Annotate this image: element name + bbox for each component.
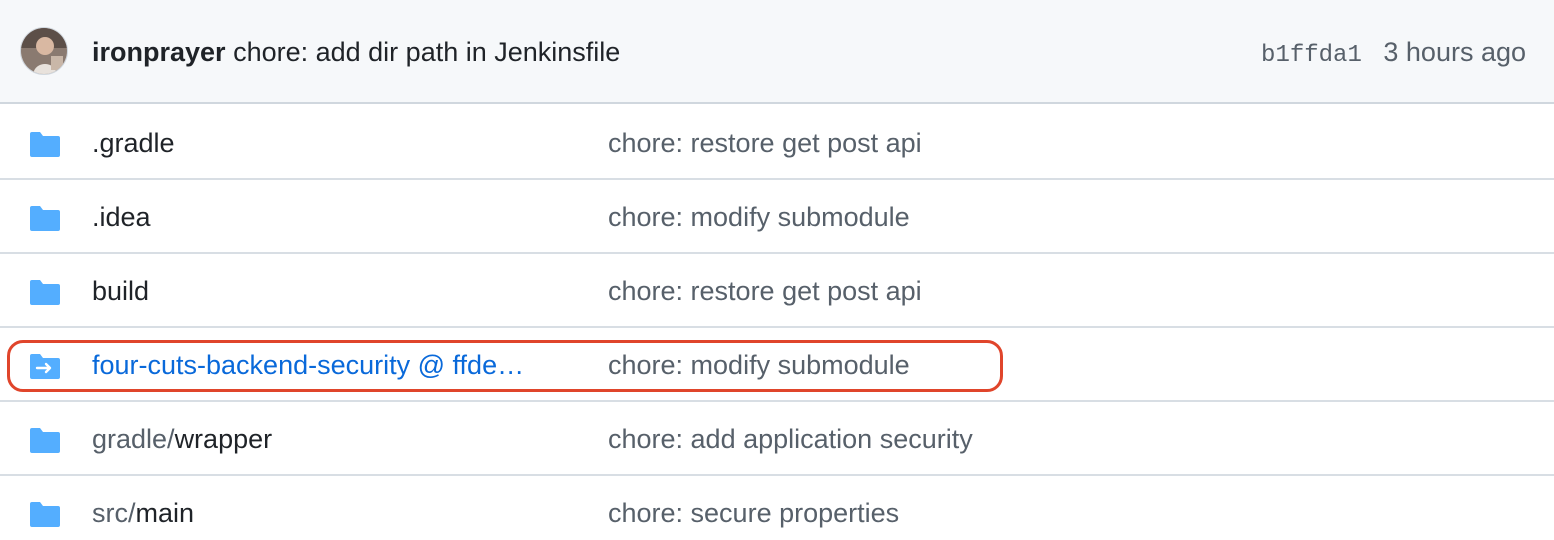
file-commit-message-link[interactable]: chore: restore get post api	[608, 275, 922, 307]
file-row[interactable]: gradle/wrapper chore: add application se…	[0, 402, 1554, 476]
folder-icon	[30, 132, 60, 157]
file-row[interactable]: .gradle chore: restore get post api	[0, 106, 1554, 180]
file-commit-message-link[interactable]: chore: modify submodule	[608, 201, 910, 233]
file-path-prefix: src/	[92, 498, 136, 528]
file-name: build	[92, 276, 150, 306]
file-name: .idea	[92, 202, 151, 232]
file-commit-message-link[interactable]: chore: modify submodule	[608, 349, 910, 381]
commit-message-link[interactable]: chore: add dir path in Jenkinsfile	[233, 37, 620, 67]
folder-icon	[30, 206, 60, 231]
file-path-prefix: gradle/	[92, 424, 175, 454]
file-name: four-cuts-backend-security @ ffde…	[92, 350, 525, 380]
commit-summary: ironprayer chore: add dir path in Jenkin…	[92, 36, 620, 68]
file-row[interactable]: build chore: restore get post api	[0, 254, 1554, 328]
file-commit-message-link[interactable]: chore: restore get post api	[608, 127, 922, 159]
commit-sha-link[interactable]: b1ffda1	[1261, 42, 1362, 69]
folder-icon	[30, 280, 60, 305]
file-browser: ironprayer chore: add dir path in Jenkin…	[0, 0, 1554, 540]
file-name-link[interactable]: gradle/wrapper	[92, 423, 272, 455]
file-row[interactable]: .idea chore: modify submodule	[0, 180, 1554, 254]
submodule-row[interactable]: four-cuts-backend-security @ ffde… chore…	[0, 328, 1554, 402]
file-name: main	[135, 498, 195, 528]
latest-commit-bar: ironprayer chore: add dir path in Jenkin…	[0, 0, 1554, 104]
file-name-link[interactable]: build	[92, 275, 149, 307]
avatar[interactable]	[20, 27, 68, 75]
file-row[interactable]: src/main chore: secure properties	[0, 476, 1554, 540]
file-commit-message-link[interactable]: chore: secure properties	[608, 497, 899, 529]
file-name: .gradle	[92, 128, 175, 158]
commit-author-link[interactable]: ironprayer	[92, 37, 226, 67]
file-commit-message-link[interactable]: chore: add application security	[608, 423, 973, 455]
folder-icon	[30, 428, 60, 453]
commit-meta: b1ffda1 3 hours ago	[1261, 36, 1526, 72]
file-name: wrapper	[174, 424, 273, 454]
file-name-link[interactable]: .gradle	[92, 127, 175, 159]
folder-icon	[30, 502, 60, 527]
file-name-link[interactable]: src/main	[92, 497, 194, 529]
submodule-link[interactable]: four-cuts-backend-security @ ffde…	[92, 349, 524, 381]
file-name-link[interactable]: .idea	[92, 201, 151, 233]
commit-time: 3 hours ago	[1383, 37, 1526, 67]
file-submodule-icon	[30, 354, 60, 379]
